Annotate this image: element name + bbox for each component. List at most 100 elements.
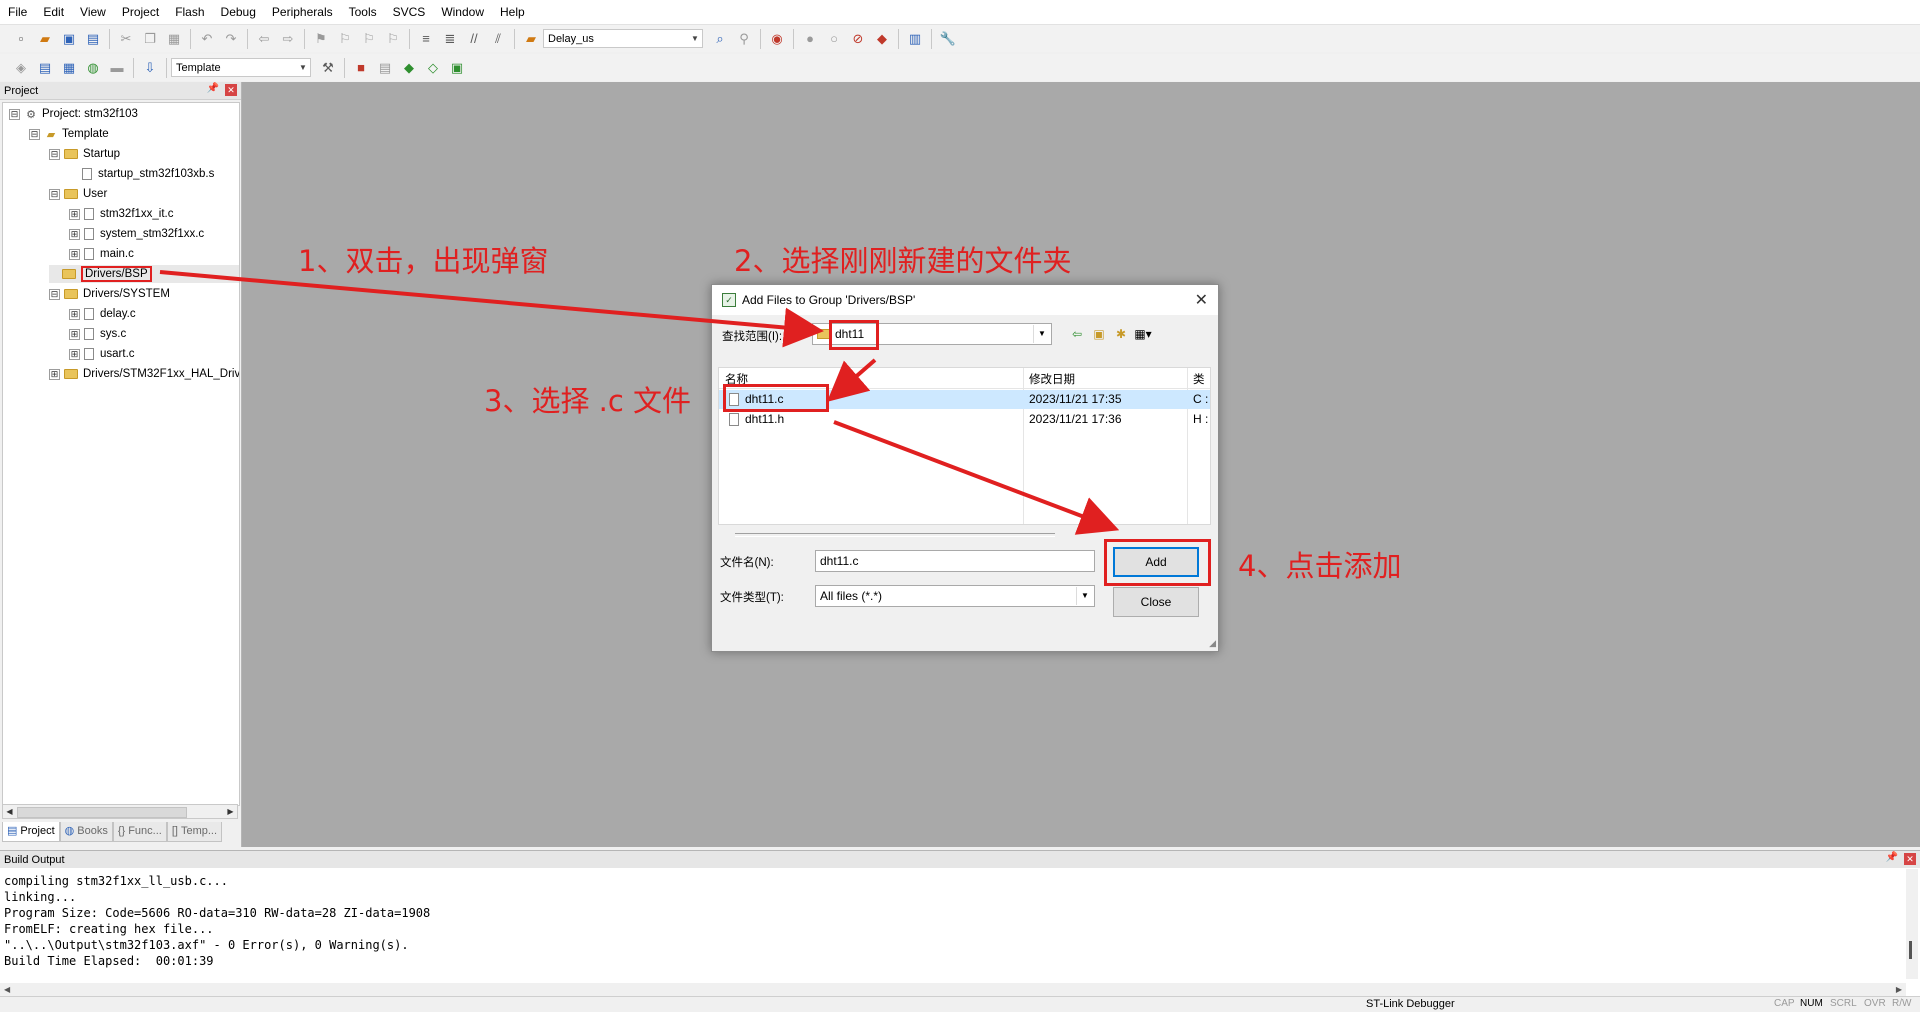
menu-edit[interactable]: Edit [35, 0, 72, 24]
tree-expander[interactable]: ⊟ [49, 288, 60, 300]
indent-icon[interactable]: ≡ [415, 28, 437, 50]
bookmark-next-icon[interactable]: ⚐ [358, 28, 380, 50]
tree-node[interactable]: ⊟ Drivers/SYSTEM [49, 285, 170, 303]
horizontal-scrollbar[interactable]: ◀ ▶ [0, 983, 1906, 997]
up-folder-icon[interactable]: ▣ [1090, 325, 1108, 343]
menu-view[interactable]: View [72, 0, 114, 24]
resize-grip-icon[interactable]: ◢ [1209, 638, 1216, 649]
batch-build-icon[interactable]: ◍ [82, 57, 104, 79]
bookmark-prev-icon[interactable]: ⚐ [334, 28, 356, 50]
run-time-env-icon[interactable]: ◆ [398, 57, 420, 79]
column-date[interactable]: 修改日期 [1029, 371, 1075, 387]
nav-forward-icon[interactable]: ⇨ [277, 28, 299, 50]
target-options-icon[interactable]: ⚒ [317, 57, 339, 79]
file-row-dht11-h[interactable]: dht11.h 2023/11/21 17:36 H : [719, 410, 1210, 429]
find-in-files-icon[interactable]: ▰ [520, 28, 542, 50]
save-all-icon[interactable]: ▤ [82, 28, 104, 50]
tree-node[interactable]: ⊞ system_stm32f1xx.c [69, 225, 204, 243]
paste-icon[interactable]: ▦ [163, 28, 185, 50]
file-extensions-icon[interactable]: ▤ [374, 57, 396, 79]
tree-expander[interactable]: ⊟ [9, 108, 20, 120]
configure-icon[interactable]: 🔧 [937, 28, 959, 50]
manage-components-icon[interactable]: ■ [350, 57, 372, 79]
menu-debug[interactable]: Debug [213, 0, 264, 24]
tree-expander[interactable]: ⊞ [69, 228, 80, 240]
back-arrow-icon[interactable]: ⇦ [1068, 325, 1086, 343]
target-combo[interactable]: Template ▼ [171, 58, 311, 77]
column-type[interactable]: 类 [1193, 371, 1205, 387]
horizontal-scrollbar[interactable]: ◀ ▶ [2, 804, 238, 819]
copy-icon[interactable]: ❐ [139, 28, 161, 50]
redo-icon[interactable]: ↷ [220, 28, 242, 50]
select-packs-icon[interactable]: ▣ [446, 57, 468, 79]
tree-expander[interactable]: ⊞ [69, 208, 80, 220]
find-combo[interactable]: Delay_us ▼ [543, 29, 703, 48]
filename-input[interactable]: dht11.c [815, 550, 1095, 572]
breakpoint-disable-icon[interactable]: ○ [823, 28, 845, 50]
bookmark-clear-icon[interactable]: ⚐ [382, 28, 404, 50]
tree-node[interactable]: startup_stm32f103xb.s [69, 165, 214, 183]
breakpoint-menu-icon[interactable]: ◆ [871, 28, 893, 50]
window-layout-icon[interactable]: ▥ [904, 28, 926, 50]
open-file-icon[interactable]: ▰ [34, 28, 56, 50]
uncomment-icon[interactable]: ⫽ [487, 28, 509, 50]
tree-node[interactable]: ⊞ delay.c [69, 305, 136, 323]
tree-node[interactable]: ⊟ User [49, 185, 107, 203]
breakpoint-icon[interactable]: ● [799, 28, 821, 50]
stop-build-icon[interactable]: ▬ [106, 57, 128, 79]
pack-installer-icon[interactable]: ◇ [422, 57, 444, 79]
menu-tools[interactable]: Tools [341, 0, 385, 24]
tab-templates[interactable]: [] Temp... [166, 822, 223, 842]
nav-back-icon[interactable]: ⇦ [253, 28, 275, 50]
chevron-down-icon[interactable]: ▼ [1033, 325, 1050, 343]
tree-node[interactable]: ⊞ sys.c [69, 325, 126, 343]
menu-peripherals[interactable]: Peripherals [264, 0, 341, 24]
pin-icon[interactable]: 📌 [1886, 852, 1898, 863]
breakpoint-kill-icon[interactable]: ⊘ [847, 28, 869, 50]
download-icon[interactable]: ⇩ [139, 57, 161, 79]
tab-books[interactable]: ◍ Books [59, 822, 113, 842]
unindent-icon[interactable]: ≣ [439, 28, 461, 50]
menu-help[interactable]: Help [492, 0, 533, 24]
menu-window[interactable]: Window [433, 0, 492, 24]
cut-icon[interactable]: ✂ [115, 28, 137, 50]
scroll-right-icon[interactable]: ▶ [1896, 985, 1902, 994]
chevron-down-icon[interactable]: ▼ [296, 59, 310, 76]
tree-node[interactable]: ⊟ Startup [49, 145, 120, 163]
tree-expander[interactable]: ⊟ [49, 148, 60, 160]
scroll-left-icon[interactable]: ◀ [3, 805, 16, 818]
tree-node[interactable]: ⊞ usart.c [69, 345, 135, 363]
tree-expander[interactable]: ⊞ [69, 328, 80, 340]
close-icon[interactable]: ✕ [225, 84, 237, 96]
new-file-icon[interactable]: ▫ [10, 28, 32, 50]
tree-node[interactable]: ⊞ Drivers/STM32F1xx_HAL_Driv [49, 365, 239, 383]
translate-icon[interactable]: ◈ [10, 57, 32, 79]
close-icon[interactable]: ✕ [1904, 853, 1916, 865]
tree-expander[interactable]: ⊞ [69, 308, 80, 320]
bookmark-icon[interactable]: ⚑ [310, 28, 332, 50]
tree-expander[interactable]: ⊞ [69, 248, 80, 260]
new-folder-icon[interactable]: ✱ [1112, 325, 1130, 343]
tree-node[interactable]: ⊞ main.c [69, 245, 134, 263]
close-button[interactable]: Close [1113, 587, 1199, 617]
close-icon[interactable]: ✕ [1195, 290, 1208, 310]
save-icon[interactable]: ▣ [58, 28, 80, 50]
comment-icon[interactable]: // [463, 28, 485, 50]
filetype-select[interactable]: All files (*.*) ▼ [815, 585, 1095, 607]
tree-expander[interactable]: ⊟ [49, 188, 60, 200]
undo-icon[interactable]: ↶ [196, 28, 218, 50]
view-menu-icon[interactable]: ▦▾ [1134, 325, 1152, 343]
tree-expander[interactable]: ⊞ [49, 368, 60, 380]
tree-node[interactable]: ⊞ stm32f1xx_it.c [69, 205, 174, 223]
menu-file[interactable]: File [0, 0, 35, 24]
incremental-find-icon[interactable]: ⚲ [733, 28, 755, 50]
tree-node[interactable]: ⊟ ▰ Template [29, 125, 109, 143]
tab-project[interactable]: ▤ Project [2, 822, 60, 842]
pin-icon[interactable]: 📌 [207, 83, 219, 94]
tree-expander[interactable]: ⊞ [69, 348, 80, 360]
scroll-left-icon[interactable]: ◀ [4, 985, 10, 994]
rebuild-icon[interactable]: ▦ [58, 57, 80, 79]
menu-svcs[interactable]: SVCS [385, 0, 434, 24]
scrollbar-thumb[interactable] [1909, 941, 1912, 959]
menu-flash[interactable]: Flash [167, 0, 212, 24]
